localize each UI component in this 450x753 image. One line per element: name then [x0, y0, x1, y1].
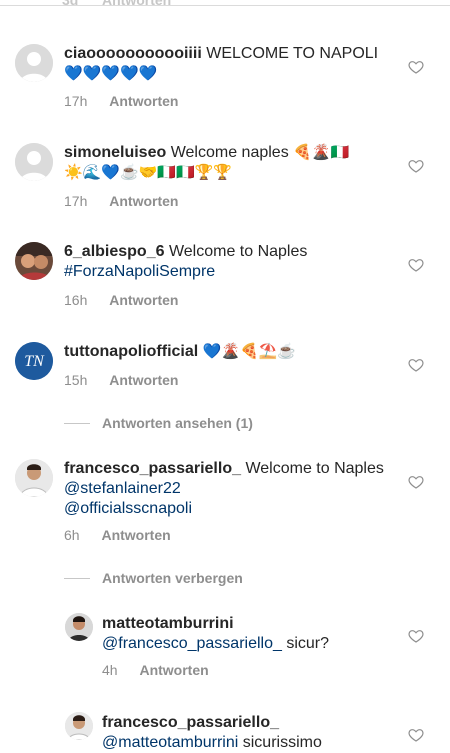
reply-button[interactable]: Antworten: [139, 662, 208, 678]
like-heart-icon[interactable]: [408, 628, 424, 644]
comment-emojis: 💙💙💙💙💙: [64, 65, 158, 82]
reply-button[interactable]: Antworten: [109, 292, 178, 308]
like-heart-icon[interactable]: [408, 257, 424, 273]
reply-button[interactable]: Antworten: [109, 93, 178, 109]
comment-body: Welcome to Naples: [168, 243, 308, 260]
avatar[interactable]: [65, 613, 93, 641]
comment-time: 15h: [64, 372, 88, 388]
comment-emojis: 💙🌋🍕⛱️☕: [202, 343, 297, 360]
comment-text: francesco_passariello_ Welcome to Naples…: [64, 459, 394, 519]
avatar[interactable]: [15, 44, 53, 82]
tn-logo-icon: TN: [15, 342, 53, 380]
comment-body: Welcome naples: [170, 144, 289, 161]
comment-username[interactable]: simoneluiseo: [64, 144, 166, 161]
view-replies-button[interactable]: Antworten ansehen (1): [102, 415, 253, 431]
default-avatar-icon: [15, 143, 53, 181]
comment-text: ciaooooooooooiiii WELCOME TO NAPOLI 💙💙💙💙💙: [64, 44, 394, 84]
hashtag-link[interactable]: #ForzaNapoliSempre: [64, 263, 215, 280]
like-heart-icon[interactable]: [408, 59, 424, 75]
comment-meta: 15h Antworten: [64, 372, 178, 388]
user-photo-icon: [15, 242, 53, 280]
mention-link[interactable]: @francesco_passariello_: [102, 635, 282, 652]
comment-meta: 16h Antworten: [64, 292, 178, 308]
user-photo-icon: [65, 613, 93, 641]
reply-button[interactable]: Antworten: [109, 372, 178, 388]
like-heart-icon[interactable]: [408, 727, 424, 743]
comment-time: 16h: [64, 292, 88, 308]
mention-link[interactable]: @stefanlainer22: [64, 480, 181, 497]
avatar[interactable]: TN: [15, 342, 53, 380]
user-photo-icon: [65, 712, 93, 740]
comment-username[interactable]: ciaooooooooooiiii: [64, 45, 202, 62]
reply-username[interactable]: francesco_passariello_: [102, 714, 279, 731]
default-avatar-icon: [15, 44, 53, 82]
avatar[interactable]: [15, 459, 53, 497]
like-heart-icon[interactable]: [408, 474, 424, 490]
user-photo-icon: [15, 459, 53, 497]
comment-time: 6h: [64, 527, 80, 543]
like-heart-icon[interactable]: [408, 158, 424, 174]
comment-meta: 6h Antworten: [64, 527, 171, 543]
reply-text: matteotamburrini @francesco_passariello_…: [102, 614, 402, 654]
reply-username[interactable]: matteotamburrini: [102, 615, 234, 632]
reply-meta: 4h Antworten: [102, 662, 209, 678]
avatar[interactable]: [65, 712, 93, 740]
reply-body: sicur?: [286, 635, 330, 652]
comment-time: 17h: [64, 93, 88, 109]
divider: [0, 5, 450, 6]
comment-username[interactable]: francesco_passariello_: [64, 460, 241, 477]
thread-line: [64, 423, 90, 424]
thread-line: [64, 578, 90, 579]
reply-button[interactable]: Antworten: [102, 0, 171, 8]
avatar[interactable]: [15, 242, 53, 280]
like-heart-icon[interactable]: [408, 357, 424, 373]
comment-time: 3d: [62, 0, 79, 8]
mention-link[interactable]: @officialsscnapoli: [64, 500, 192, 517]
comment-meta: 17h Antworten: [64, 193, 178, 209]
reply-button[interactable]: Antworten: [109, 193, 178, 209]
comment-text: tuttonapoliofficial 💙🌋🍕⛱️☕: [64, 342, 394, 362]
reply-text: francesco_passariello_ @matteotamburrini…: [102, 713, 402, 753]
comment-time: 17h: [64, 193, 88, 209]
comment-username[interactable]: tuttonapoliofficial: [64, 343, 198, 360]
mention-link[interactable]: @matteotamburrini: [102, 734, 238, 751]
reply-button[interactable]: Antworten: [101, 527, 170, 543]
comment-body: WELCOME TO NAPOLI: [206, 45, 379, 62]
comment-text: simoneluiseo Welcome naples 🍕🌋🇮🇹 ☀️🌊💙☕🤝🇮…: [64, 143, 394, 183]
hide-replies-button[interactable]: Antworten verbergen: [102, 570, 243, 586]
comment-time: 4h: [102, 662, 118, 678]
comment-text: 6_albiespo_6 Welcome to Naples #ForzaNap…: [64, 242, 394, 282]
comment-body: Welcome to Naples: [245, 460, 384, 477]
comment-emojis: ☀️🌊💙☕🤝🇮🇹🇮🇹🏆🏆: [64, 164, 233, 181]
comment-meta: 17h Antworten: [64, 93, 178, 109]
reply-body: sicurissimo: [242, 734, 322, 751]
svg-text:TN: TN: [24, 353, 45, 370]
avatar[interactable]: [15, 143, 53, 181]
comment-emojis: 🍕🌋🇮🇹: [293, 144, 350, 161]
comment-username[interactable]: 6_albiespo_6: [64, 243, 165, 260]
